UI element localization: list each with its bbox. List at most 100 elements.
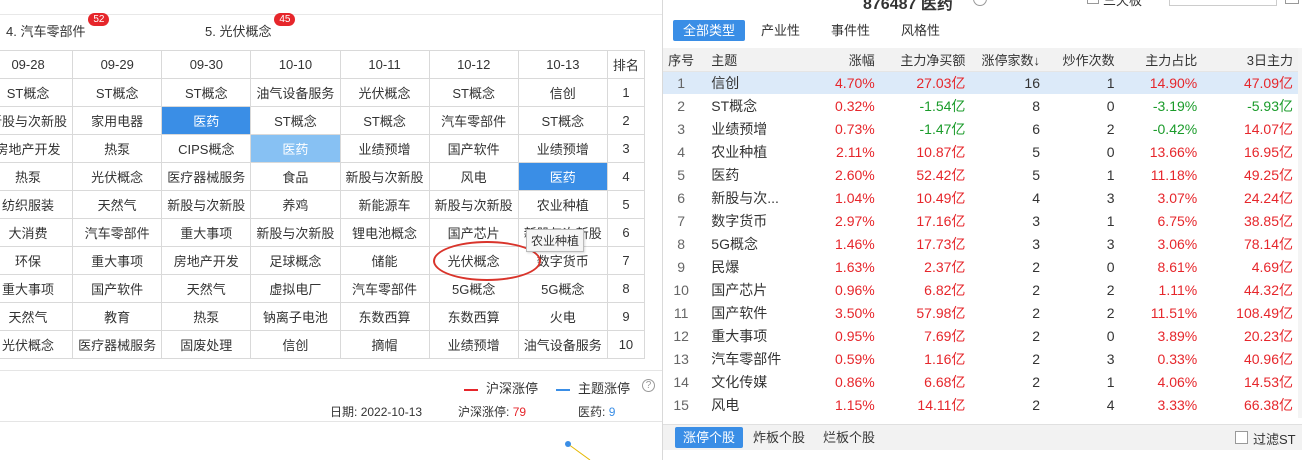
theme-cell[interactable]: 业绩预增: [428, 330, 519, 359]
theme-cell[interactable]: 锂电池概念: [339, 218, 430, 247]
theme-cell[interactable]: 房地产开发: [161, 246, 252, 275]
theme-cell[interactable]: 业绩预增: [517, 134, 608, 163]
theme-cell[interactable]: 汽车零部件: [72, 218, 163, 247]
tab-all-types[interactable]: 全部类型: [673, 20, 746, 41]
theme-cell[interactable]: 足球概念: [250, 246, 341, 275]
theme-cell[interactable]: 信创: [250, 330, 341, 359]
theme-cell[interactable]: 新股与次新股: [0, 106, 74, 135]
theme-cell[interactable]: 东数西算: [339, 302, 430, 331]
theme-cell[interactable]: 国产软件: [72, 274, 163, 303]
table-row[interactable]: 9 民爆 1.63% 2.37亿 2 0 8.61% 4.69亿: [663, 255, 1302, 278]
help-icon[interactable]: ?: [642, 379, 655, 392]
theme-cell[interactable]: 5G概念: [428, 274, 519, 303]
table-row[interactable]: 1 信创 4.70% 27.03亿 16 1 14.90% 47.09亿: [663, 71, 1302, 94]
theme-cell[interactable]: 油气设备服务: [517, 330, 608, 359]
theme-cell[interactable]: 新股与次新股: [250, 218, 341, 247]
theme-cell[interactable]: ST概念: [72, 78, 163, 107]
date-picker-input[interactable]: 2022-10-13: [1169, 0, 1277, 6]
theme-cell[interactable]: 国产软件: [428, 134, 519, 163]
theme-cell[interactable]: 教育: [72, 302, 163, 331]
tab-industry[interactable]: 产业性: [751, 20, 810, 41]
theme-cell[interactable]: 钠离子电池: [250, 302, 341, 331]
theme-cell[interactable]: 天然气: [161, 274, 252, 303]
theme-cell[interactable]: 光伏概念: [72, 162, 163, 191]
theme-tab-photovoltaic[interactable]: 5. 光伏概念 45: [205, 13, 296, 40]
theme-cell[interactable]: 风电: [428, 162, 519, 191]
column-header[interactable]: 3日主力: [1207, 48, 1302, 72]
column-header[interactable]: 序号: [663, 48, 700, 72]
theme-cell[interactable]: 家用电器: [72, 106, 163, 135]
theme-cell[interactable]: ST概念: [428, 78, 519, 107]
theme-cell[interactable]: 光伏概念: [428, 246, 519, 275]
table-row[interactable]: 8 5G概念 1.46% 17.73亿 3 3 3.06% 78.14亿: [663, 232, 1302, 255]
legend-item-theme-limit-up[interactable]: 主题涨停: [556, 378, 630, 397]
theme-cell[interactable]: ST概念: [0, 78, 74, 107]
table-row[interactable]: 3 业绩预增 0.73% -1.47亿 6 2 -0.42% 14.07亿: [663, 117, 1302, 140]
theme-cell[interactable]: 热泵: [0, 162, 74, 191]
table-row[interactable]: 12 重大事项 0.95% 7.69亿 2 0 3.89% 20.23亿: [663, 324, 1302, 347]
theme-cell[interactable]: 重大事项: [161, 218, 252, 247]
theme-cell[interactable]: 虚拟电厂: [250, 274, 341, 303]
theme-cell[interactable]: 医药: [161, 106, 252, 135]
column-header[interactable]: 主力占比: [1124, 48, 1208, 72]
theme-cell[interactable]: 医疗器械服务: [72, 330, 163, 359]
theme-cell[interactable]: 信创: [517, 78, 608, 107]
table-row[interactable]: 10 国产芯片 0.96% 6.82亿 2 2 1.11% 44.32亿: [663, 278, 1302, 301]
theme-cell[interactable]: ST概念: [161, 78, 252, 107]
table-scrollbar[interactable]: [1298, 48, 1302, 418]
theme-cell[interactable]: 重大事项: [0, 274, 74, 303]
tab-weak-board-stocks[interactable]: 烂板个股: [815, 427, 883, 448]
theme-cell[interactable]: 纺织服装: [0, 190, 74, 219]
table-row[interactable]: 5 医药 2.60% 52.42亿 5 1 11.18% 49.25亿: [663, 163, 1302, 186]
table-row[interactable]: 2 ST概念 0.32% -1.54亿 8 0 -3.19% -5.93亿: [663, 94, 1302, 117]
theme-cell[interactable]: ST概念: [250, 106, 341, 135]
theme-cell[interactable]: 重大事项: [72, 246, 163, 275]
theme-cell[interactable]: 医药: [250, 134, 341, 163]
theme-cell[interactable]: 热泵: [72, 134, 163, 163]
theme-cell[interactable]: 医药: [517, 162, 608, 191]
table-row[interactable]: 11 国产软件热 3.50% 57.98亿 2 2 11.51% 108.49亿: [663, 301, 1302, 324]
theme-cell[interactable]: 天然气: [0, 302, 74, 331]
theme-cell[interactable]: 新能源车: [339, 190, 430, 219]
theme-cell[interactable]: 汽车零部件: [339, 274, 430, 303]
theme-cell[interactable]: 摘帽: [339, 330, 430, 359]
theme-cell[interactable]: 光伏概念: [339, 78, 430, 107]
theme-cell[interactable]: 油气设备服务: [250, 78, 341, 107]
tab-limit-up-stocks[interactable]: 涨停个股: [675, 427, 744, 448]
tab-event[interactable]: 事件性: [821, 20, 880, 41]
theme-cell[interactable]: 天然气: [72, 190, 163, 219]
table-row[interactable]: 7 数字货币 2.97% 17.16亿 3 1 6.75% 38.85亿: [663, 209, 1302, 232]
theme-cell[interactable]: 汽车零部件: [428, 106, 519, 135]
filter-st-checkbox[interactable]: [1235, 431, 1248, 444]
theme-cell[interactable]: 食品: [250, 162, 341, 191]
table-row[interactable]: 6 新股与次...热 1.04% 10.49亿 4 3 3.07% 24.24亿: [663, 186, 1302, 209]
tab-style[interactable]: 风格性: [891, 20, 950, 41]
calendar-icon[interactable]: [1285, 0, 1299, 4]
theme-cell[interactable]: 新股与次新股: [428, 190, 519, 219]
theme-cell[interactable]: 养鸡: [250, 190, 341, 219]
column-header[interactable]: 主力净买额: [884, 48, 976, 72]
theme-cell[interactable]: 新股与次新股: [339, 162, 430, 191]
table-row[interactable]: 14 文化传媒 0.86% 6.68亿 2 1 4.06% 14.53亿: [663, 370, 1302, 393]
theme-cell[interactable]: 大消费: [0, 218, 74, 247]
theme-cell[interactable]: 医疗器械服务: [161, 162, 252, 191]
theme-tab-auto-parts[interactable]: 4. 汽车零部件 52: [6, 13, 110, 40]
column-header[interactable]: 炒作次数: [1050, 48, 1125, 72]
theme-cell[interactable]: 农业种植: [517, 190, 608, 219]
help-icon[interactable]: [973, 0, 987, 6]
tab-broken-board-stocks[interactable]: 炸板个股: [745, 427, 813, 448]
table-row[interactable]: 13 汽车零部件 0.59% 1.16亿 2 3 0.33% 40.96亿: [663, 347, 1302, 370]
theme-cell[interactable]: 国产芯片: [428, 218, 519, 247]
table-row[interactable]: 4 农业种植 2.11% 10.87亿 5 0 13.66% 16.95亿: [663, 140, 1302, 163]
theme-cell[interactable]: 火电: [517, 302, 608, 331]
theme-cell[interactable]: ST概念: [339, 106, 430, 135]
table-row[interactable]: 15 风电 1.15% 14.11亿 2 4 3.33% 66.38亿: [663, 393, 1302, 416]
theme-cell[interactable]: 固废处理: [161, 330, 252, 359]
three-day-checkbox[interactable]: [1087, 0, 1099, 4]
theme-cell[interactable]: 光伏概念: [0, 330, 74, 359]
theme-cell[interactable]: 新股与次新股: [161, 190, 252, 219]
theme-cell[interactable]: 5G概念: [517, 274, 608, 303]
theme-cell[interactable]: 东数西算: [428, 302, 519, 331]
theme-cell[interactable]: 热泵: [161, 302, 252, 331]
theme-cell[interactable]: 业绩预增: [339, 134, 430, 163]
